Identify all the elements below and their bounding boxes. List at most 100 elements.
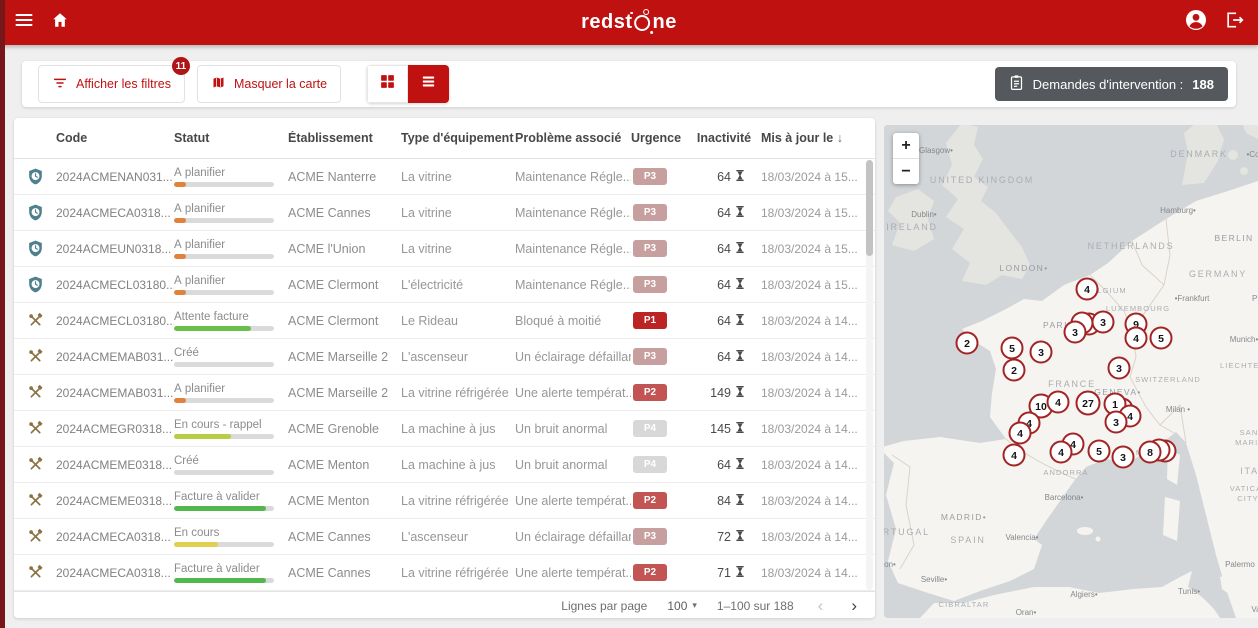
map-cluster-marker[interactable]: 5 — [1089, 441, 1110, 462]
cell-code: 2024ACMEUN0318... — [56, 242, 174, 256]
map-cluster-marker[interactable]: 8 — [1140, 442, 1161, 463]
table-row[interactable]: 2024ACMECL03180... Attente facture ACME … — [14, 303, 875, 339]
zoom-out-button[interactable]: − — [893, 158, 919, 184]
row-type-cell — [14, 384, 56, 401]
column-header-urgence[interactable]: Urgence — [631, 131, 687, 145]
tools-icon — [27, 456, 44, 473]
table-row[interactable]: 2024ACMEME0318... Facture à valider ACME… — [14, 483, 875, 519]
cell-urgence: P4 — [631, 456, 687, 473]
cell-etablissement: ACME Cannes — [288, 530, 401, 544]
map-label: VATICA — [1230, 484, 1258, 493]
svg-text:3: 3 — [1116, 363, 1122, 375]
map-cluster-marker[interactable]: 2 — [957, 333, 978, 354]
list-view-button[interactable] — [408, 65, 449, 103]
table-scrollbar[interactable] — [866, 160, 873, 590]
row-type-cell — [14, 528, 56, 545]
column-header-statut[interactable]: Statut — [174, 131, 288, 145]
table-row[interactable]: 2024ACMEMAB031... À planifier ACME Marse… — [14, 375, 875, 411]
rows-per-page-select[interactable]: 100 ▾ — [667, 599, 697, 613]
map-cluster-marker[interactable]: 3 — [1106, 412, 1127, 433]
map-cluster-marker[interactable]: 3 — [1113, 447, 1134, 468]
hourglass-icon — [735, 241, 745, 257]
cell-urgence: P4 — [631, 420, 687, 437]
column-header-mis-a-jour[interactable]: Mis à jour le ↓ — [761, 131, 865, 145]
hamburger-icon — [14, 10, 34, 35]
hourglass-icon — [735, 457, 745, 473]
map-label: Pr — [1252, 294, 1258, 303]
table-row[interactable]: 2024ACMECA0318... Facture à valider ACME… — [14, 555, 875, 591]
inactivity-value: 64 — [717, 278, 731, 292]
map-label: LONDON• — [999, 263, 1048, 273]
status-progress-track — [174, 218, 274, 223]
cell-inactivite: 64 — [687, 169, 761, 185]
home-button[interactable] — [46, 9, 74, 37]
map-cluster-marker[interactable]: 3 — [1031, 342, 1052, 363]
table-row[interactable]: 2024ACMEMAB031... Créé ACME Marseille 2 … — [14, 339, 875, 375]
hourglass-icon — [735, 529, 745, 545]
map-cluster-marker[interactable]: 3 — [1093, 312, 1114, 333]
account-button[interactable] — [1182, 9, 1210, 37]
map-cluster-marker[interactable]: 4 — [1048, 392, 1069, 413]
status-progress-fill — [174, 290, 186, 295]
brand-text-right: ne — [653, 11, 677, 34]
table-row[interactable]: 2024ACMEME0318... Créé ACME Menton La ma… — [14, 447, 875, 483]
map-cluster-marker[interactable]: 3 — [1109, 358, 1130, 379]
table-row[interactable]: 2024ACMENAN031... À planifier ACME Nante… — [14, 159, 875, 195]
rows-per-page-label: Lignes par page — [561, 599, 647, 613]
map-cluster-marker[interactable]: 27 — [1077, 392, 1100, 415]
svg-text:4: 4 — [1084, 284, 1090, 296]
map-cluster-marker[interactable]: 5 — [1002, 338, 1023, 359]
hide-map-button[interactable]: Masquer la carte — [197, 65, 341, 103]
svg-text:4: 4 — [1011, 450, 1017, 462]
cell-probleme: Une alerte températ... — [515, 566, 631, 580]
table-row[interactable]: 2024ACMEGR0318... En cours - rappel ACME… — [14, 411, 875, 447]
map-cluster-marker[interactable]: 3 — [1065, 322, 1086, 343]
column-header-probleme[interactable]: Problème associé — [515, 131, 631, 145]
status-progress-fill — [174, 254, 186, 259]
row-type-cell — [14, 456, 56, 473]
show-filters-button[interactable]: Afficher les filtres 11 — [38, 65, 185, 103]
column-header-inactivite[interactable]: Inactivité — [687, 131, 761, 145]
table-row[interactable]: 2024ACMECA0318... En cours ACME Cannes L… — [14, 519, 875, 555]
cell-type-equipement: L'électricité — [401, 278, 515, 292]
window-edge — [0, 0, 5, 628]
status-progress-fill — [174, 578, 266, 583]
table-row[interactable]: 2024ACMECL03180... À planifier ACME Cler… — [14, 267, 875, 303]
table-row[interactable]: 2024ACMEUN0318... À planifier ACME l'Uni… — [14, 231, 875, 267]
previous-page-button[interactable]: ‹ — [814, 597, 828, 614]
map-cluster-marker[interactable]: 5 — [1151, 328, 1172, 349]
zoom-in-button[interactable]: + — [893, 133, 919, 158]
scrollbar-thumb[interactable] — [866, 160, 873, 256]
cell-code: 2024ACMECL03180... — [56, 314, 174, 328]
status-progress-track — [174, 290, 274, 295]
grid-view-button[interactable] — [367, 65, 408, 103]
map-cluster-marker[interactable]: 4 — [1004, 445, 1025, 466]
map-label: GERMANY — [1189, 269, 1247, 279]
cell-probleme: Maintenance Régle... — [515, 242, 631, 256]
cell-mis-a-jour: 18/03/2024 à 14... — [761, 530, 865, 544]
requests-chip-count: 188 — [1192, 77, 1214, 92]
status-progress-fill — [174, 182, 186, 187]
hourglass-icon — [735, 313, 745, 329]
map-panel[interactable]: + − — [884, 125, 1258, 618]
status-progress-fill — [174, 434, 231, 439]
urgency-badge: P2 — [633, 384, 667, 401]
map-cluster-marker[interactable]: 4 — [1126, 328, 1147, 349]
map-label: Valencia• — [1006, 533, 1039, 542]
column-header-etablissement[interactable]: Établissement — [288, 131, 401, 145]
table-row[interactable]: 2024ACMECA0318... À planifier ACME Canne… — [14, 195, 875, 231]
map-cluster-marker[interactable]: 4 — [1077, 279, 1098, 300]
next-page-button[interactable]: › — [847, 597, 861, 614]
column-header-code[interactable]: Code — [56, 131, 174, 145]
svg-text:5: 5 — [1009, 343, 1015, 355]
filters-count-badge: 11 — [172, 57, 190, 75]
map-cluster-marker[interactable]: 4 — [1010, 423, 1031, 444]
cell-urgence: P3 — [631, 168, 687, 185]
sort-desc-icon[interactable]: ↓ — [837, 131, 843, 145]
app-bar: redstne — [0, 0, 1258, 45]
map-cluster-marker[interactable]: 4 — [1051, 442, 1072, 463]
menu-button[interactable] — [10, 9, 38, 37]
map-cluster-marker[interactable]: 2 — [1004, 360, 1025, 381]
column-header-type-equipement[interactable]: Type d'équipement — [401, 131, 515, 145]
logout-button[interactable] — [1220, 9, 1248, 37]
